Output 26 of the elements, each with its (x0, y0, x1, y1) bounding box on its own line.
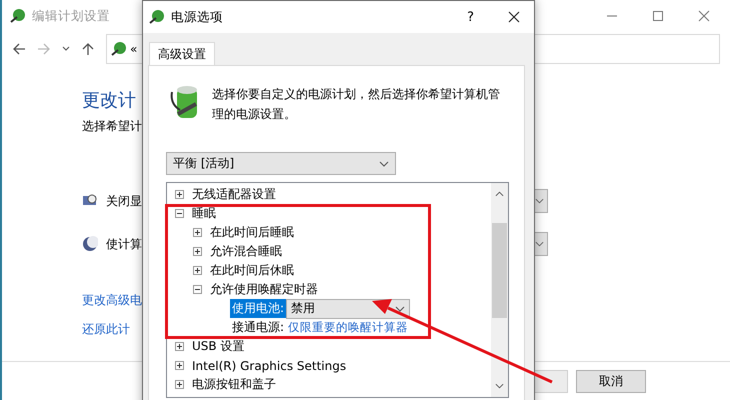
value-link[interactable]: 仅限重要的唤醒计算器 (288, 320, 408, 335)
tab[interactable]: 高级设置 (149, 42, 215, 65)
dialog-title: 电源选项 (171, 8, 223, 26)
tree-item[interactable]: 睡眠 (192, 205, 216, 222)
value-dropdown[interactable]: 禁用 (286, 298, 410, 318)
description-text: 选择你要自定义的电源计划，然后选择你希望计算机管理的电源设置。 (212, 86, 501, 123)
page-subtitle: 选择希望计 (82, 118, 142, 135)
page-heading: 更改计 (82, 89, 136, 112)
tree-item[interactable]: 电源按钮和盖子 (192, 376, 276, 393)
setting-label: 关闭显 (106, 192, 142, 210)
window-title: 编辑计划设置 (32, 8, 110, 24)
tree-item[interactable]: 在此时间后睡眠 (210, 224, 294, 241)
tree-item[interactable]: 无线适配器设置 (192, 186, 276, 203)
plan-dropdown[interactable]: 平衡 [活动] (166, 152, 396, 175)
tree-item[interactable]: 允许混合睡眠 (210, 243, 282, 260)
setting-label[interactable]: 使用电池: (230, 299, 286, 318)
tree-item[interactable]: 在此时间后休眠 (210, 262, 294, 279)
tree-item[interactable]: USB 设置 (192, 338, 244, 355)
setting-label: 使计算 (106, 236, 142, 252)
tree-item[interactable]: Intel(R) Graphics Settings (192, 358, 346, 372)
settings-link[interactable]: 更改高级电 (82, 292, 142, 309)
dialog-button[interactable]: 取消 (576, 370, 646, 392)
tree-item[interactable]: 允许使用唤醒定时器 (210, 281, 318, 298)
settings-link[interactable]: 还原此计 (82, 321, 130, 338)
setting-label[interactable]: 接通电源: (230, 318, 286, 337)
help-button[interactable]: ? (467, 10, 474, 24)
